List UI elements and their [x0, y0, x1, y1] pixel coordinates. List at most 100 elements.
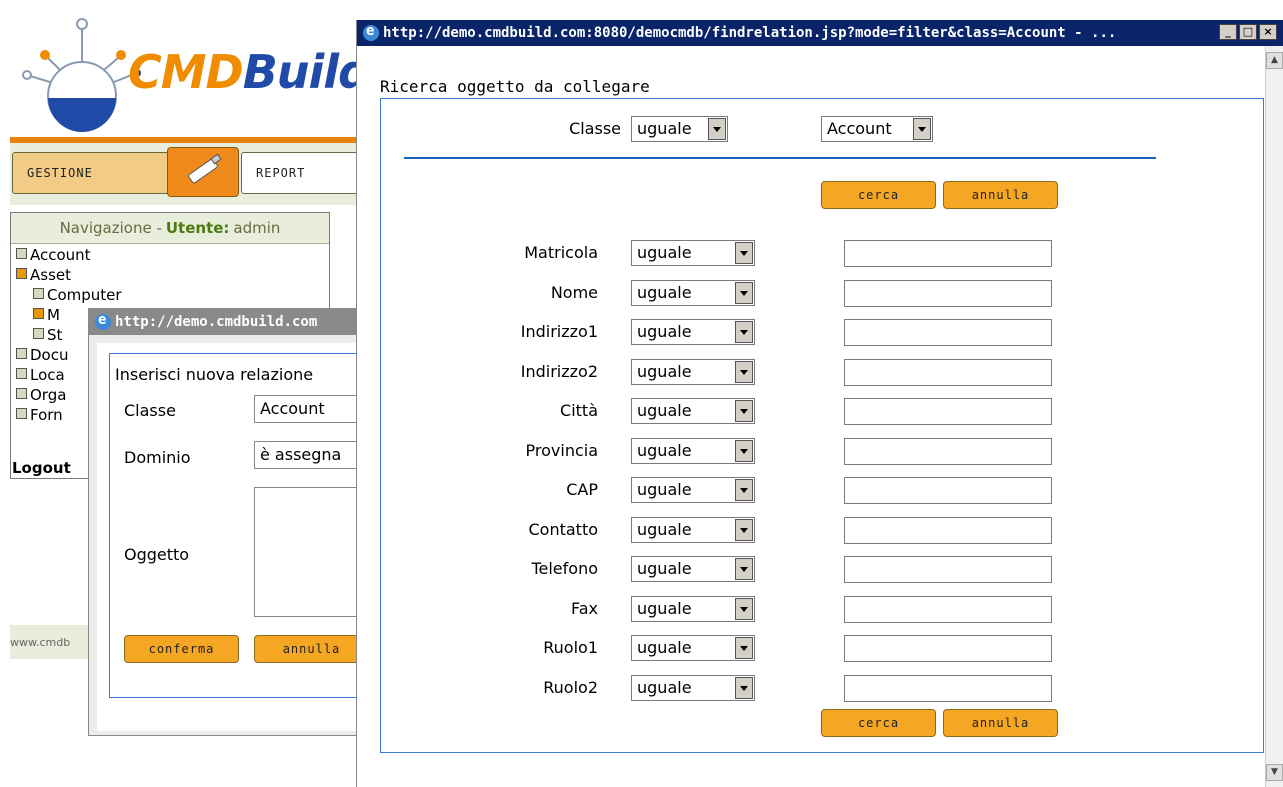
collapsed-node-icon [16, 408, 27, 419]
field-value-input[interactable] [844, 517, 1052, 544]
field-label: Ruolo2 [543, 678, 598, 697]
field-value-input[interactable] [844, 359, 1052, 386]
classe-operator-select[interactable]: uguale [631, 116, 728, 142]
collapsed-node-icon [16, 368, 27, 379]
classe-value-select[interactable]: Account [821, 116, 933, 142]
expanded-node-icon [16, 268, 27, 279]
vertical-scrollbar[interactable]: ▲ ▼ [1265, 46, 1283, 787]
nav-user: admin [233, 219, 281, 237]
classe-label: Classe [569, 119, 621, 138]
classe-label: Classe [124, 401, 176, 420]
tab-report[interactable]: REPORT [241, 152, 366, 194]
dominio-label: Dominio [124, 448, 191, 467]
scroll-up-icon[interactable]: ▲ [1266, 52, 1283, 69]
tree-item-st[interactable]: St [33, 327, 62, 344]
search-button-bottom[interactable]: cerca [821, 709, 936, 737]
form-legend: Inserisci nuova relazione [115, 365, 314, 384]
new-relation-window: http://demo.cmdbuild.com Inserisci nuova… [88, 308, 378, 736]
field-operator-select[interactable]: uguale [631, 319, 755, 345]
field-value-input[interactable] [844, 635, 1052, 662]
logo-text: CMDBuild [128, 45, 371, 99]
field-label: Matricola [524, 243, 598, 262]
field-operator-select[interactable]: uguale [631, 438, 755, 464]
collapsed-node-icon [16, 248, 27, 259]
field-operator-select[interactable]: uguale [631, 359, 755, 385]
chevron-down-icon [735, 361, 753, 383]
field-value-input[interactable] [844, 675, 1052, 702]
field-value-input[interactable] [844, 319, 1052, 346]
browser-icon [363, 23, 379, 41]
field-value-input[interactable] [844, 398, 1052, 425]
field-operator-select[interactable]: uguale [631, 596, 755, 622]
window-titlebar[interactable]: http://demo.cmdbuild.com:8080/democmdb/f… [357, 20, 1283, 46]
chevron-down-icon [735, 637, 753, 659]
cancel-button-top[interactable]: annulla [943, 181, 1058, 209]
collapsed-node-icon [33, 288, 44, 299]
minimize-button[interactable]: _ [1219, 24, 1237, 40]
chevron-down-icon [735, 400, 753, 422]
chevron-down-icon [735, 519, 753, 541]
chevron-down-icon [735, 598, 753, 620]
nav-user-label: Utente: [165, 219, 230, 237]
chevron-down-icon [708, 118, 726, 140]
chevron-down-icon [735, 677, 753, 699]
field-label: Indirizzo2 [520, 362, 598, 381]
field-label: Indirizzo1 [520, 322, 598, 341]
usb-key-icon[interactable] [167, 147, 239, 197]
close-button[interactable]: × [1259, 24, 1277, 40]
search-button-top[interactable]: cerca [821, 181, 936, 209]
field-label: Fax [570, 599, 598, 618]
scroll-down-icon[interactable]: ▼ [1266, 764, 1283, 781]
tree-item-m[interactable]: M [33, 307, 60, 324]
field-operator-select[interactable]: uguale [631, 240, 755, 266]
form-legend: Ricerca oggetto da collegare [380, 77, 652, 96]
confirm-button[interactable]: conferma [124, 635, 239, 663]
field-value-input[interactable] [844, 477, 1052, 504]
footer-url: www.cmdb [10, 636, 71, 649]
tab-gestione[interactable]: GESTIONE [12, 152, 170, 194]
tree-item-account[interactable]: Account [16, 247, 91, 264]
field-operator-select[interactable]: uguale [631, 398, 755, 424]
field-operator-select[interactable]: uguale [631, 675, 755, 701]
tree-item-asset[interactable]: Asset [16, 267, 71, 284]
tree-item-loca[interactable]: Loca [16, 367, 65, 384]
field-value-input[interactable] [844, 596, 1052, 623]
field-value-input[interactable] [844, 556, 1052, 583]
search-form-panel: Classe uguale Account cerca annulla Matr… [380, 98, 1264, 753]
tree-item-computer[interactable]: Computer [33, 287, 122, 304]
find-relation-window: http://demo.cmdbuild.com:8080/democmdb/f… [356, 20, 1283, 787]
field-value-input[interactable] [844, 240, 1052, 267]
logout-link[interactable]: Logout [12, 459, 71, 477]
cancel-button-bottom[interactable]: annulla [943, 709, 1058, 737]
field-label: Contatto [528, 520, 598, 539]
field-operator-select[interactable]: uguale [631, 635, 755, 661]
tree-item-forn[interactable]: Forn [16, 407, 63, 424]
chevron-down-icon [735, 321, 753, 343]
form-divider [404, 157, 1156, 159]
field-operator-select[interactable]: uguale [631, 556, 755, 582]
chevron-down-icon [735, 440, 753, 462]
collapsed-node-icon [16, 348, 27, 359]
field-label: Telefono [531, 559, 598, 578]
tree-item-orga[interactable]: Orga [16, 387, 66, 404]
chevron-down-icon [913, 118, 931, 140]
chevron-down-icon [735, 242, 753, 264]
field-label: CAP [566, 480, 598, 499]
tree-item-docu[interactable]: Docu [16, 347, 68, 364]
nav-header-label: Navigazione - [59, 219, 162, 237]
collapsed-node-icon [16, 388, 27, 399]
window-title: http://demo.cmdbuild.com:8080/democmdb/f… [383, 25, 1117, 41]
maximize-button[interactable]: □ [1239, 24, 1257, 40]
field-operator-select[interactable]: uguale [631, 477, 755, 503]
window-titlebar[interactable]: http://demo.cmdbuild.com [89, 309, 377, 335]
navigation-header: Navigazione - Utente: admin [11, 213, 329, 244]
cancel-button[interactable]: annulla [254, 635, 369, 663]
field-operator-select[interactable]: uguale [631, 517, 755, 543]
field-value-input[interactable] [844, 438, 1052, 465]
expanded-node-icon [33, 308, 44, 319]
field-operator-select[interactable]: uguale [631, 280, 755, 306]
field-label: Ruolo1 [543, 638, 598, 657]
collapsed-node-icon [33, 328, 44, 339]
oggetto-label: Oggetto [124, 545, 190, 564]
field-value-input[interactable] [844, 280, 1052, 307]
